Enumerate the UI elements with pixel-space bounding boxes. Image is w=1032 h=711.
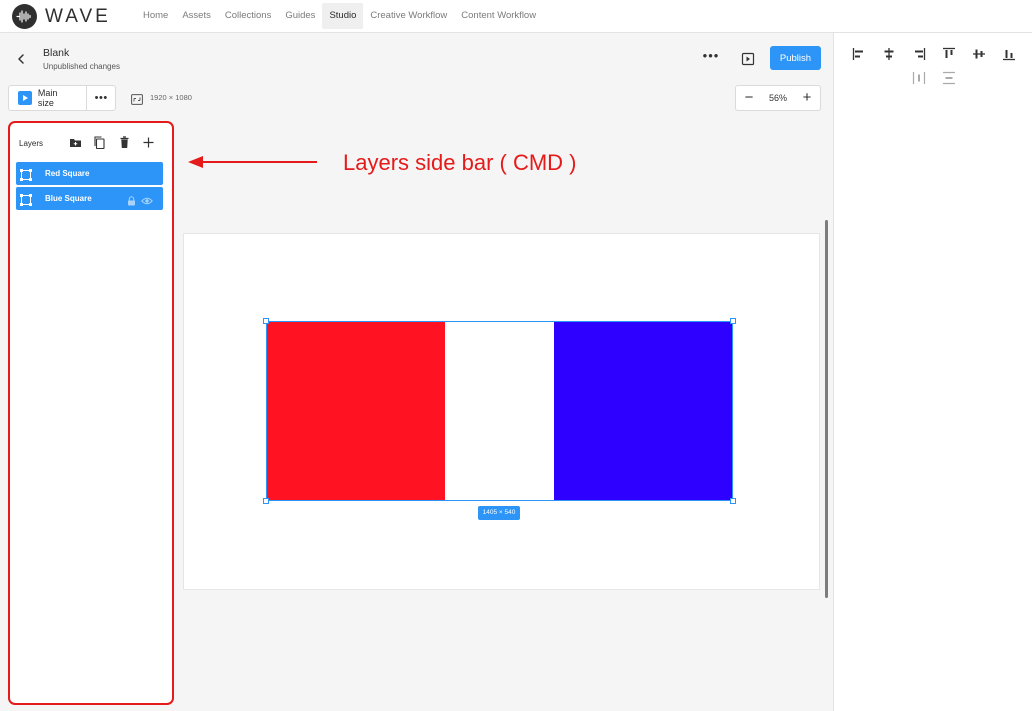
add-layer-icon[interactable] (142, 136, 155, 149)
annotation-label: Layers side bar ( CMD ) (343, 150, 577, 175)
document-title: Blank (43, 47, 70, 59)
nav-item-studio[interactable]: Studio (322, 3, 364, 29)
alignment-panel (833, 33, 1032, 711)
nav-item-assets[interactable]: Assets (175, 3, 218, 29)
duplicate-icon[interactable] (93, 136, 106, 150)
nav-item-creative-workflow[interactable]: Creative Workflow (363, 3, 454, 29)
eye-icon[interactable] (141, 193, 153, 211)
logo-text: WAVE (45, 5, 111, 27)
more-options-button[interactable]: ••• (700, 49, 722, 66)
lock-icon[interactable] (127, 193, 136, 211)
document-status: Unpublished changes (43, 62, 120, 71)
layers-heading: Layers (19, 139, 44, 148)
resolution-label: 1920 × 1080 (150, 93, 192, 102)
distribute-horizontal-icon[interactable] (912, 71, 926, 85)
nav-item-content-workflow[interactable]: Content Workflow (454, 3, 543, 29)
zoom-out-button[interactable]: − (736, 86, 762, 110)
zoom-in-button[interactable]: + (794, 86, 820, 110)
align-center-horizontal-icon[interactable] (882, 47, 896, 61)
layer-item-red-square[interactable]: Red Square (16, 162, 163, 185)
nav-menu: Home Assets Collections Guides Studio Cr… (136, 3, 543, 29)
resize-handle-top-right[interactable] (730, 318, 736, 324)
resize-handle-top-left[interactable] (263, 318, 269, 324)
resize-handle-bottom-left[interactable] (263, 498, 269, 504)
distribute-vertical-icon[interactable] (942, 71, 956, 85)
align-top-icon[interactable] (942, 47, 956, 61)
logo[interactable]: WAVE (12, 4, 111, 29)
align-right-icon[interactable] (912, 47, 926, 61)
red-square[interactable] (266, 322, 445, 501)
publish-button[interactable]: Publish (770, 46, 821, 70)
annotation-arrow-icon (186, 152, 318, 172)
preview-icon[interactable] (740, 51, 756, 67)
play-icon[interactable] (18, 91, 32, 105)
trash-icon[interactable] (118, 136, 131, 149)
resize-handle-bottom-right[interactable] (730, 498, 736, 504)
add-folder-icon[interactable] (69, 136, 82, 149)
layer-name: Blue Square (45, 194, 92, 203)
layer-name: Red Square (45, 169, 90, 178)
layers-panel: Layers Red Square Blue Square (8, 121, 174, 705)
shape-icon (20, 193, 32, 206)
align-middle-vertical-icon[interactable] (972, 47, 986, 61)
shape-group[interactable] (266, 322, 733, 501)
shape-icon (20, 168, 32, 181)
wave-logo-icon (12, 4, 37, 29)
zoom-level: 56% (768, 93, 787, 103)
layer-actions (127, 193, 153, 211)
vertical-scrollbar[interactable] (825, 220, 828, 598)
align-bottom-icon[interactable] (1002, 47, 1016, 61)
back-arrow-icon[interactable] (14, 52, 30, 66)
size-more-button[interactable]: ••• (87, 92, 115, 104)
align-left-icon[interactable] (852, 47, 866, 61)
nav-item-guides[interactable]: Guides (278, 3, 322, 29)
selection-size-badge: 1405 × 540 (478, 506, 520, 520)
size-name[interactable]: Main size (38, 88, 76, 108)
nav-item-home[interactable]: Home (136, 3, 175, 29)
resize-icon (131, 92, 143, 105)
nav-item-collections[interactable]: Collections (218, 3, 278, 29)
blue-square[interactable] (554, 322, 733, 501)
size-selector: Main size ••• (8, 85, 116, 111)
top-nav: WAVE Home Assets Collections Guides Stud… (0, 0, 1032, 33)
layer-item-blue-square[interactable]: Blue Square (16, 187, 163, 210)
zoom-control: − 56% + (735, 85, 821, 111)
